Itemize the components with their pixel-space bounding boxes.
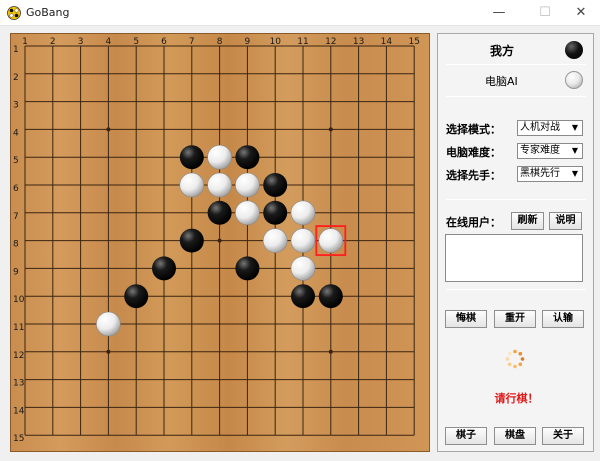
loading-spinner-icon [505,349,525,369]
star-point [328,127,333,132]
row-label: 11 [13,323,24,333]
refresh-button[interactable]: 刷新 [511,212,544,230]
row-label: 12 [13,351,24,361]
ai-side-label: 电脑AI [485,75,518,88]
black-stone [179,228,204,253]
row-label: 7 [13,212,19,222]
gomoku-board[interactable]: 1 2 3 4 5 6 7 8 9 10 11 12 13 14 15 1 2 3 4 5 6 7 8 9 10 11 12 13 14… [10,33,430,452]
black-stone [318,284,343,309]
resign-button[interactable]: 认输 [542,310,584,328]
star-point [328,349,333,354]
close-button[interactable]: ✕ [564,0,598,26]
difficulty-select-value: 专家难度 [520,145,560,156]
first-move-label: 选择先手： [446,169,501,182]
white-stone [290,256,316,281]
row-label: 3 [13,101,19,111]
stone-style-button[interactable]: 棋子 [445,427,487,445]
row-label: 2 [13,73,19,83]
divider [446,64,586,65]
column-label: 12 [325,37,336,47]
white-stone [290,228,316,253]
white-stone [96,311,121,337]
row-label: 4 [13,128,19,138]
white-stone [235,200,260,226]
black-stone [124,284,149,309]
black-stone [152,256,176,281]
board-grid[interactable]: 1 2 3 4 5 6 7 8 9 10 11 12 13 14 151234567891011121314… [11,34,431,453]
mode-select[interactable]: 人机对战 ▼ [517,120,583,136]
white-stone [179,172,205,198]
column-label: 14 [381,37,393,47]
row-label: 10 [13,295,25,305]
mode-label: 选择模式： [446,123,501,136]
chevron-down-icon: ▼ [571,146,579,155]
restart-button[interactable]: 重开 [494,310,536,328]
black-stone [263,173,288,197]
column-label: 9 [245,37,251,47]
difficulty-select[interactable]: 专家难度 ▼ [517,143,583,159]
row-label: 14 [13,406,25,416]
first-move-select[interactable]: 黑棋先行 ▼ [517,166,583,182]
status-message: 请行棋！ [494,392,539,405]
black-stone [235,256,260,281]
black-stone [207,200,232,225]
chevron-down-icon: ▼ [571,169,579,178]
online-users-list[interactable] [445,234,583,282]
column-label: 15 [408,37,419,47]
row-label: 13 [13,379,24,389]
control-panel: 我方 电脑AI 选择模式： 人机对战 ▼ 电脑难度： 专家难度 ▼ 选择先手： … [437,33,594,452]
white-stone [235,172,260,198]
star-point [106,127,111,132]
minimize-button[interactable]: — [482,0,516,26]
row-label: 1 [13,45,19,55]
about-button[interactable]: 关于 [542,427,584,445]
column-label: 5 [133,37,139,47]
row-label: 8 [13,240,19,250]
divider [446,96,586,97]
star-point [217,238,222,243]
column-label: 6 [161,37,167,47]
title-bar: GoBang — ☐ ✕ [0,0,600,26]
white-stone [207,172,232,198]
star-point [106,349,111,354]
mode-select-value: 人机对战 [520,122,560,133]
black-stone [235,145,260,170]
black-stone [179,145,204,170]
undo-button[interactable]: 悔棋 [445,310,487,328]
row-label: 9 [13,267,19,277]
help-button[interactable]: 说明 [549,212,582,230]
column-label: 13 [353,37,364,47]
column-label: 10 [269,37,281,47]
row-label: 15 [13,434,24,444]
chevron-down-icon: ▼ [571,123,579,132]
divider [446,199,586,200]
row-label: 6 [13,184,19,194]
column-label: 1 [22,37,28,47]
white-stone [290,200,316,226]
column-label: 8 [217,37,223,47]
app-icon [7,6,21,20]
white-stone-icon [565,71,583,89]
column-label: 7 [189,37,195,47]
first-move-select-value: 黑棋先行 [520,168,560,179]
difficulty-label: 电脑难度： [446,146,501,159]
column-label: 2 [50,37,56,47]
column-label: 3 [78,37,84,47]
online-users-label: 在线用户： [446,216,501,229]
divider [446,289,586,290]
window-title: GoBang [26,6,70,19]
column-label: 4 [106,37,112,47]
black-stone [291,284,315,309]
black-stone [263,200,288,225]
row-label: 5 [13,156,19,166]
black-stone-icon [565,41,583,59]
board-style-button[interactable]: 棋盘 [494,427,536,445]
white-stone [318,228,344,253]
maximize-button[interactable]: ☐ [528,0,562,26]
white-stone [207,144,232,170]
column-label: 11 [297,37,308,47]
my-side-label: 我方 [490,44,515,58]
white-stone [262,228,288,253]
